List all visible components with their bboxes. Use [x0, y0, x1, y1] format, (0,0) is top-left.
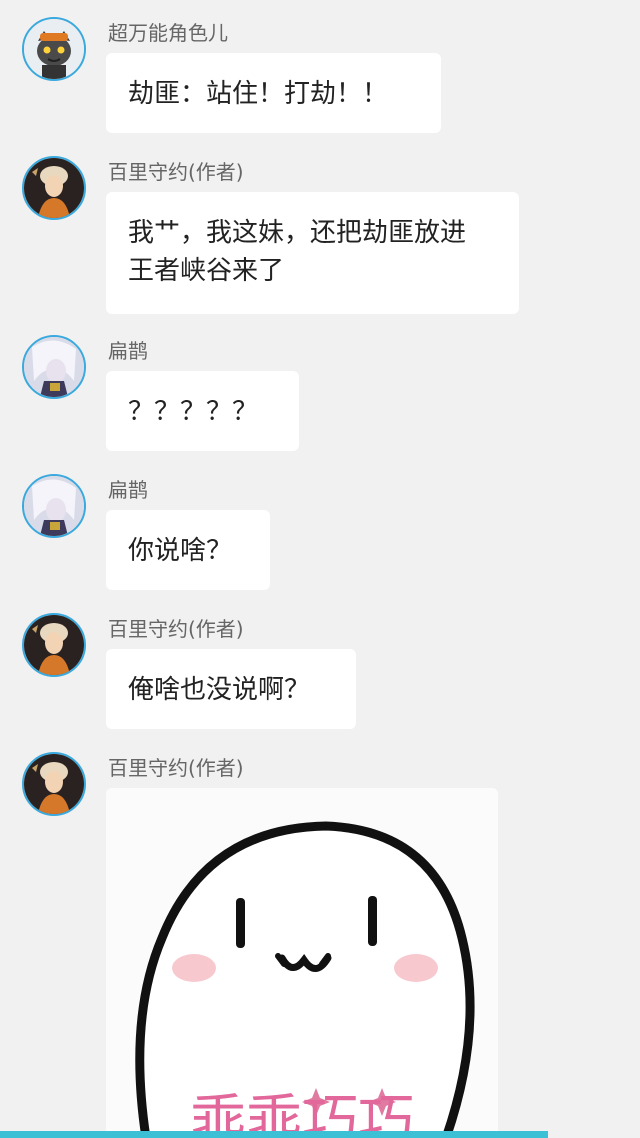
white-hair-avatar[interactable]: [22, 474, 86, 538]
white-hair-avatar[interactable]: [22, 335, 86, 399]
message-text: 我艹，我这妹，还把劫匪放进王者峡谷来了: [128, 218, 467, 286]
message-bubble[interactable]: 你说啥？: [106, 510, 270, 590]
message-text: 劫匪：站住！打劫！！: [128, 79, 389, 109]
sender-name: 扁鹊: [108, 478, 148, 502]
message-bubble[interactable]: 劫匪：站住！打劫！！: [106, 53, 441, 133]
message-row: 扁鹊 你说啥？: [0, 474, 640, 594]
sender-name: 百里守约(作者): [108, 756, 244, 780]
message-bubble[interactable]: 我艹，我这妹，还把劫匪放进王者峡谷来了: [106, 192, 519, 314]
message-row: 超万能角色儿 劫匪：站住！打劫！！: [0, 17, 640, 137]
message-text: 俺啥也没说啊？: [128, 675, 311, 705]
message-row: 百里守约(作者) 乖乖巧巧: [0, 752, 640, 1138]
sender-name: 百里守约(作者): [108, 617, 244, 641]
message-text: ？？？？？: [128, 397, 259, 427]
hero-avatar[interactable]: [22, 156, 86, 220]
message-row: 扁鹊 ？？？？？: [0, 335, 640, 455]
sticker-image: 乖乖巧巧: [106, 788, 498, 1138]
hero-avatar[interactable]: [22, 613, 86, 677]
message-bubble[interactable]: 俺啥也没说啊？: [106, 649, 356, 729]
sender-name: 扁鹊: [108, 339, 148, 363]
cat-avatar[interactable]: [22, 17, 86, 81]
chat-thread: 超万能角色儿 劫匪：站住！打劫！！ 百里守约(作者) 我艹，我这妹，还把劫匪放进…: [0, 0, 640, 1138]
message-row: 百里守约(作者) 我艹，我这妹，还把劫匪放进王者峡谷来了: [0, 156, 640, 316]
sender-name: 超万能角色儿: [108, 21, 228, 45]
message-bubble[interactable]: ？？？？？: [106, 371, 299, 451]
sender-name: 百里守约(作者): [108, 160, 244, 184]
meme-sticker[interactable]: 乖乖巧巧: [106, 788, 498, 1138]
message-row: 百里守约(作者) 俺啥也没说啊？: [0, 613, 640, 733]
bottom-progress-bar: [0, 1131, 548, 1138]
message-text: 你说啥？: [128, 536, 233, 566]
hero-avatar[interactable]: [22, 752, 86, 816]
